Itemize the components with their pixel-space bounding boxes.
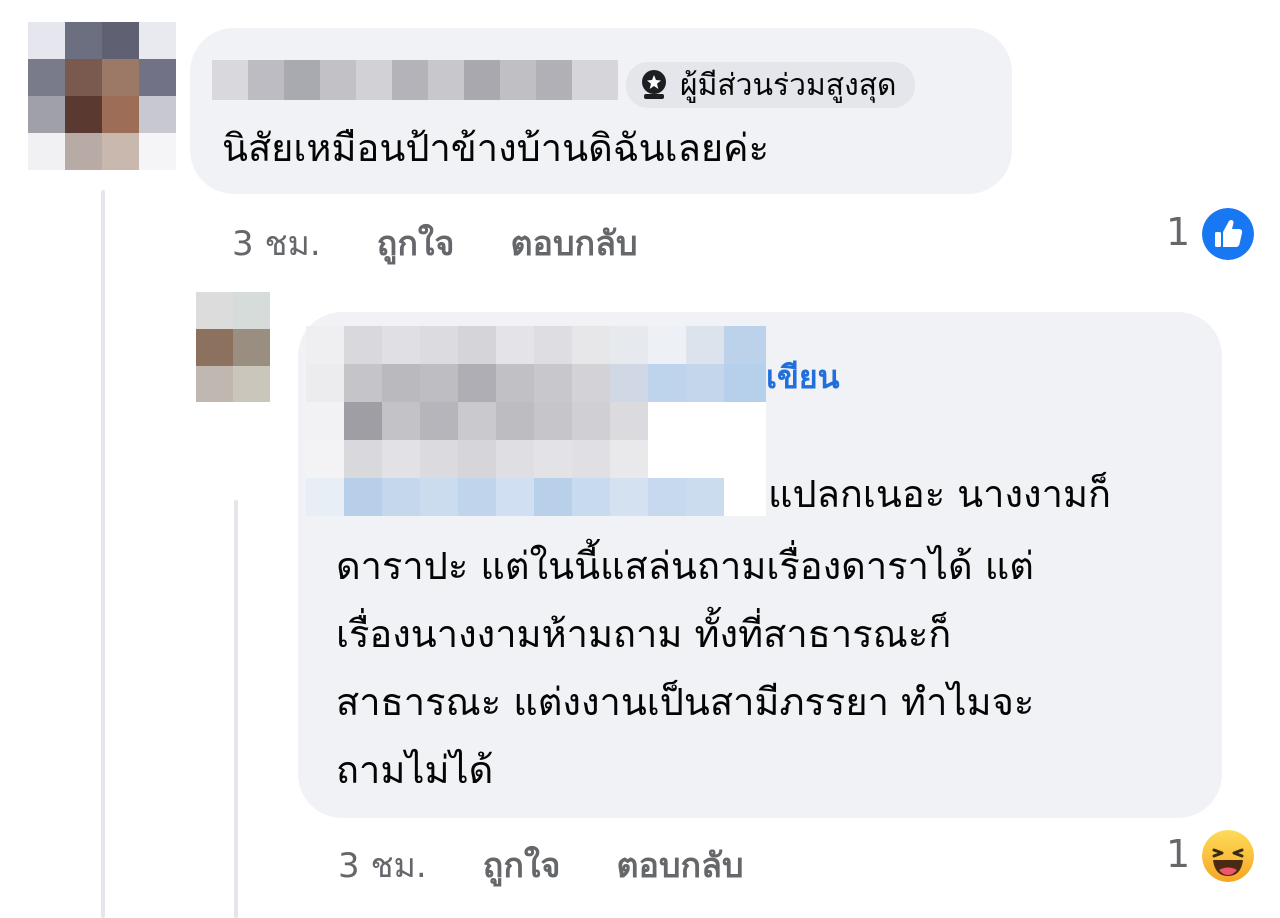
reply-button[interactable]: ตอบกลับ <box>510 216 637 270</box>
like-button[interactable]: ถูกใจ <box>377 216 455 270</box>
avatar[interactable] <box>28 22 176 170</box>
reply-button[interactable]: ตอบกลับ <box>616 838 743 892</box>
avatar[interactable] <box>196 292 270 402</box>
comment-meta: 3 ชม. ถูกใจ ตอบกลับ <box>232 216 638 270</box>
comment-thread: ผู้มีส่วนร่วมสูงสุด นิสัยเหมือนป้าข้างบ้… <box>0 0 1280 918</box>
thread-line-main <box>101 190 105 918</box>
comment-meta: 3 ชม. ถูกใจ ตอบกลับ <box>338 838 744 892</box>
timestamp[interactable]: 3 ชม. <box>232 216 321 270</box>
badge-label: ผู้มีส่วนร่วมสูงสุด <box>680 67 897 103</box>
haha-icon[interactable] <box>1202 830 1254 882</box>
comment-text: นิสัยเหมือนป้าข้างบ้านดิฉันเลยค่ะ <box>222 126 769 170</box>
comment-text-line: ถามไม่ได้ <box>336 748 494 792</box>
top-fan-icon <box>642 70 666 99</box>
like-icon[interactable] <box>1202 208 1254 260</box>
comment-text-line: เรื่องนางงามห้ามถาม ทั้งที่สาธารณะก็ <box>336 612 952 656</box>
like-button[interactable]: ถูกใจ <box>483 838 561 892</box>
reaction-count[interactable]: 1 <box>1166 210 1190 254</box>
timestamp[interactable]: 3 ชม. <box>338 838 427 892</box>
top-fan-badge[interactable]: ผู้มีส่วนร่วมสูงสุด <box>626 62 915 108</box>
author-tag[interactable]: เขียน <box>766 352 839 403</box>
comment-text-line: ดาราปะ แต่ในนี้แสล่นถามเรื่องดาราได้ แต่ <box>336 544 1034 588</box>
author-name-obscured[interactable] <box>212 60 618 100</box>
comment-text-line: แปลกเนอะ นางงามก็ <box>768 472 1112 516</box>
thread-line-reply <box>234 500 238 918</box>
reaction-count[interactable]: 1 <box>1166 832 1190 876</box>
author-name-obscured[interactable] <box>306 326 766 516</box>
comment-text-line: สาธารณะ แต่งงานเป็นสามีภรรยา ทำไมจะ <box>336 680 1035 724</box>
